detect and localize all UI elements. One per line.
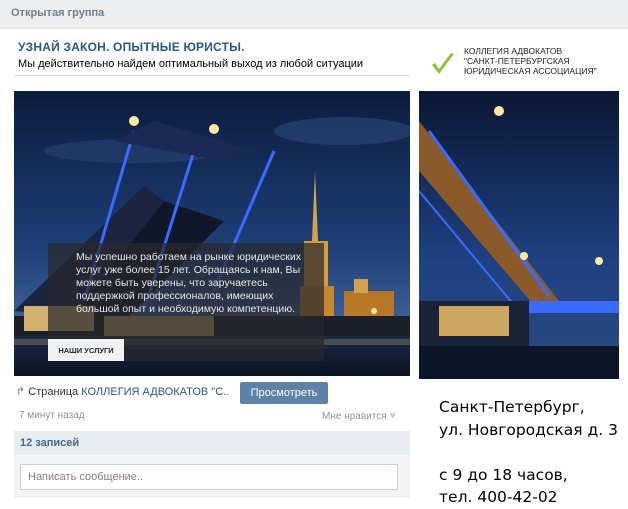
post-time[interactable]: 7 минут назад (19, 410, 85, 421)
contact-line (439, 441, 618, 464)
contact-line: с 9 до 18 часов, (439, 465, 568, 484)
like-label: Мне нравится (322, 411, 387, 422)
ad-title[interactable]: УЗНАЙ ЗАКОН. ОПЫТНЫЕ ЮРИСТЫ. (18, 40, 245, 54)
our-services-button[interactable]: НАШИ УСЛУГИ (48, 339, 124, 361)
contact-line: тел. 400-42-02 (439, 488, 558, 506)
page-link-row: ↱ Страница КОЛЛЕГИЯ АДВОКАТОВ "С.. (16, 385, 229, 398)
ad-subtitle: Мы действительно найдем оптимальный выхо… (18, 58, 364, 70)
overlay-text: Мы успешно работаем на рынке юридических… (76, 251, 301, 315)
message-input[interactable] (20, 464, 398, 490)
like-button[interactable]: Мне нравится ♥ (322, 410, 396, 422)
checkmark-logo-icon (432, 53, 454, 74)
records-bar[interactable]: 12 записей (14, 431, 410, 456)
ad-overlay-panel: Мы успешно работаем на рынке юридических… (48, 243, 324, 361)
logo-line: "САНКТ-ПЕТЕРБУРГСКАЯ (464, 56, 570, 66)
divider (14, 75, 410, 76)
contact-line: Санкт-Петербург, (439, 398, 585, 416)
page-prefix: Страница (28, 386, 79, 398)
logo-line: КОЛЛЕГИЯ АДВОКАТОВ (464, 46, 563, 56)
bridge-side-photo[interactable] (419, 91, 619, 379)
contact-line: ул. Новгородская д. 3 (439, 420, 618, 439)
records-count: 12 записей (20, 437, 80, 449)
group-header-bar: Открытая группа (0, 0, 628, 29)
bridge-night-photo[interactable]: Мы успешно работаем на рынке юридических… (14, 91, 410, 376)
logo-text: КОЛЛЕГИЯ АДВОКАТОВ "САНКТ-ПЕТЕРБУРГСКАЯ … (464, 46, 597, 76)
heart-icon: ♥ (389, 410, 396, 422)
message-area (14, 455, 410, 498)
share-arrow-icon: ↱ (16, 386, 26, 398)
bridge-side-image (419, 91, 619, 379)
contact-info: Санкт-Петербург, ул. Новгородская д. 3 с… (439, 396, 618, 509)
view-button[interactable]: Просмотреть (240, 382, 328, 404)
page-name-link[interactable]: КОЛЛЕГИЯ АДВОКАТОВ "С.. (81, 386, 229, 398)
group-type-label: Открытая группа (11, 7, 105, 19)
logo-line: ЮРИДИЧЕСКАЯ АССОЦИАЦИЯ" (464, 66, 597, 76)
